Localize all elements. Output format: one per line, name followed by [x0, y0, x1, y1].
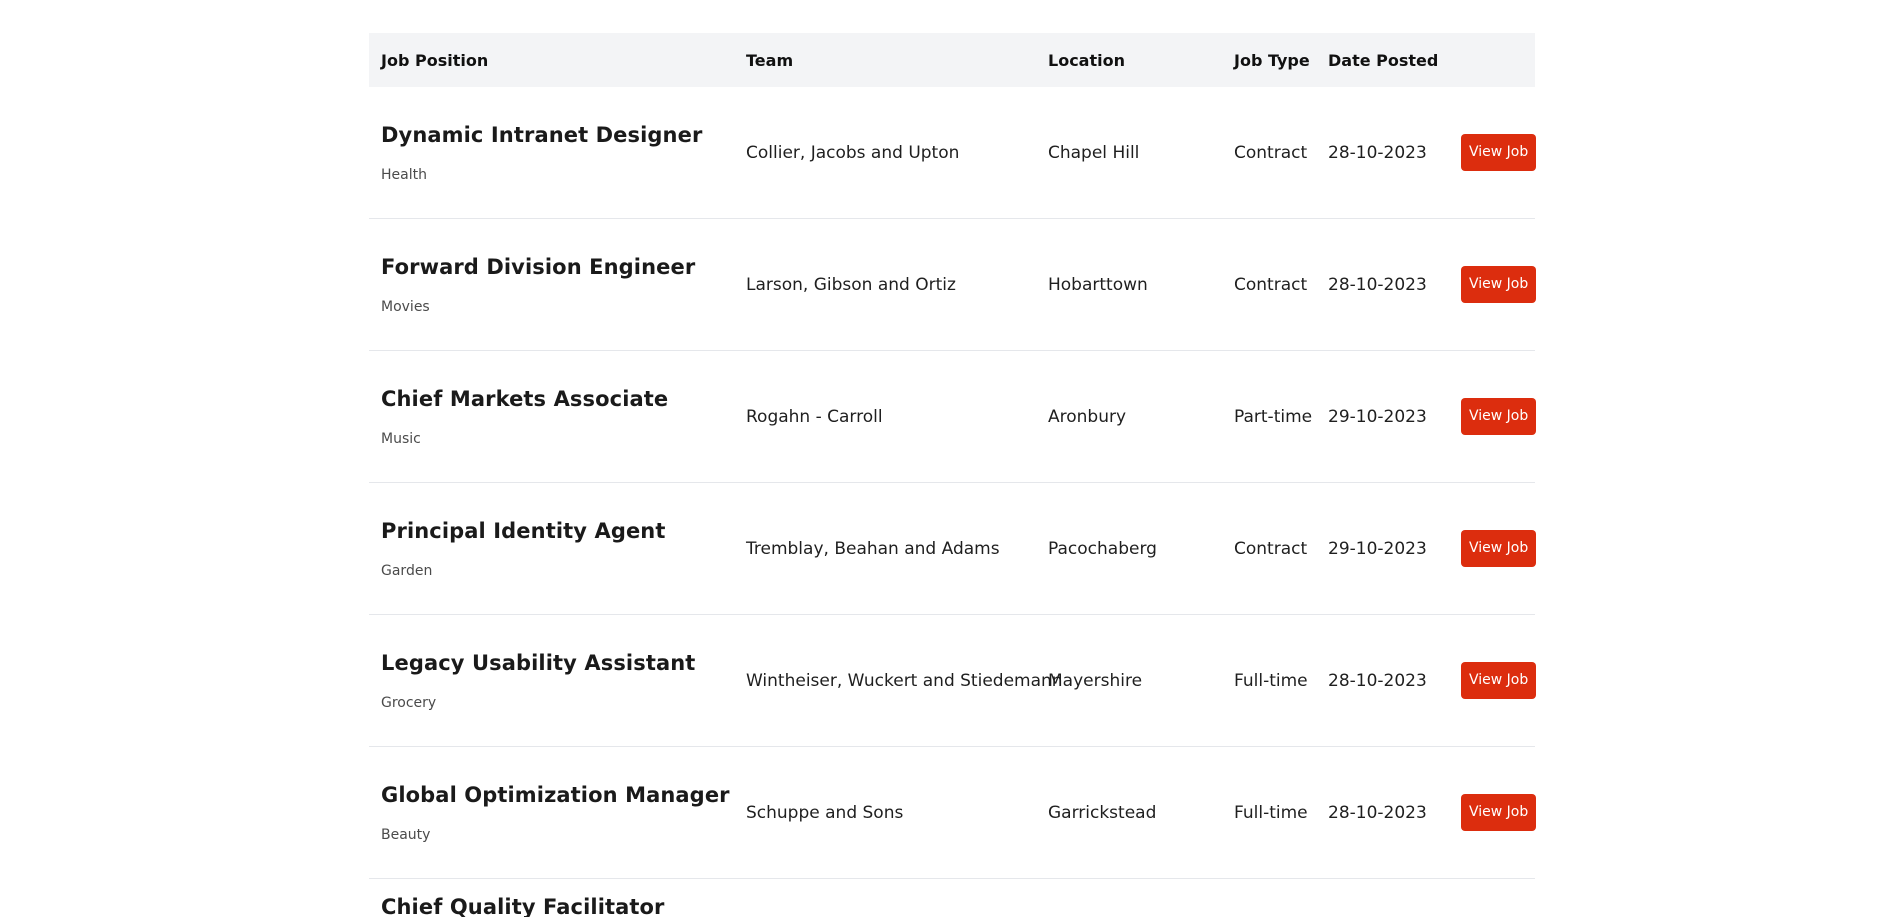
job-title: Chief Quality Facilitator [381, 895, 665, 917]
job-category: Music [381, 430, 421, 447]
action-cell: View Job [1437, 614, 1537, 747]
job-category: Movies [381, 298, 430, 315]
header-job-type: Job Type [1234, 50, 1310, 70]
action-cell: View Job [1437, 746, 1537, 879]
job-title: Chief Markets Associate [381, 386, 669, 411]
job-position-cell: Chief Markets Associate Music [369, 350, 734, 483]
job-category: Beauty [381, 826, 431, 843]
job-category: Grocery [381, 694, 437, 711]
table-body: Dynamic Intranet Designer Health Collier… [369, 87, 1537, 917]
header-job-position: Job Position [381, 50, 489, 70]
header-team: Team [746, 50, 794, 70]
job-position-cell: Dynamic Intranet Designer Health [369, 87, 734, 219]
table-row: Dynamic Intranet Designer Health Collier… [369, 87, 1537, 219]
table-row: Chief Markets Associate Music Rogahn - C… [369, 350, 1537, 483]
location-cell: Garrickstead [1036, 746, 1222, 879]
job-position-cell: Global Optimization Manager Beauty [369, 746, 734, 879]
job-type-cell: Part-time [1222, 350, 1316, 483]
table-row-partial: Chief Quality Facilitator [369, 879, 1535, 917]
team-cell: Tremblay, Beahan and Adams [734, 482, 1036, 615]
table-row: Legacy Usability Assistant Grocery Winth… [369, 614, 1537, 747]
job-category: Health [381, 166, 427, 183]
view-job-button[interactable]: View Job [1461, 134, 1537, 171]
date-posted-cell: 28-10-2023 [1316, 614, 1437, 747]
view-job-button[interactable]: View Job [1461, 398, 1537, 435]
location-cell: Pacochaberg [1036, 482, 1222, 615]
view-job-button[interactable]: View Job [1461, 794, 1537, 831]
table-row: Principal Identity Agent Garden Tremblay… [369, 482, 1537, 615]
team-cell: Larson, Gibson and Ortiz [734, 218, 1036, 351]
view-job-button[interactable]: View Job [1461, 530, 1537, 567]
location-cell: Chapel Hill [1036, 87, 1222, 219]
job-type-cell: Contract [1222, 87, 1316, 219]
jobs-table: Job Position Team Location Job Type Date… [369, 33, 1537, 917]
job-title: Global Optimization Manager [381, 782, 730, 807]
view-job-button[interactable]: View Job [1461, 266, 1537, 303]
job-position-cell: Legacy Usability Assistant Grocery [369, 614, 734, 747]
location-cell: Mayershire [1036, 614, 1222, 747]
action-cell: View Job [1437, 87, 1537, 219]
action-cell: View Job [1437, 350, 1537, 483]
job-type-cell: Full-time [1222, 746, 1316, 879]
date-posted-cell: 28-10-2023 [1316, 87, 1437, 219]
location-cell: Hobarttown [1036, 218, 1222, 351]
date-posted-cell: 28-10-2023 [1316, 746, 1437, 879]
job-title: Principal Identity Agent [381, 518, 666, 543]
date-posted-cell: 28-10-2023 [1316, 218, 1437, 351]
job-title: Forward Division Engineer [381, 254, 696, 279]
table-header: Job Position Team Location Job Type Date… [369, 33, 1535, 87]
job-type-cell: Contract [1222, 482, 1316, 615]
header-location: Location [1048, 50, 1125, 70]
job-position-cell: Principal Identity Agent Garden [369, 482, 734, 615]
action-cell: View Job [1437, 218, 1537, 351]
job-title: Dynamic Intranet Designer [381, 122, 703, 147]
date-posted-cell: 29-10-2023 [1316, 482, 1437, 615]
team-cell: Schuppe and Sons [734, 746, 1036, 879]
job-position-cell: Chief Quality Facilitator [369, 879, 734, 917]
view-job-button[interactable]: View Job [1461, 662, 1537, 699]
jobs-page: Job Position Team Location Job Type Date… [0, 0, 1904, 917]
table-row: Forward Division Engineer Movies Larson,… [369, 218, 1537, 351]
header-row: Job Position Team Location Job Type Date… [369, 33, 1535, 87]
location-cell: Aronbury [1036, 350, 1222, 483]
job-title: Legacy Usability Assistant [381, 650, 696, 675]
header-actions [1437, 33, 1535, 87]
job-type-cell: Contract [1222, 218, 1316, 351]
team-cell: Wintheiser, Wuckert and Stiedemann [734, 614, 1063, 747]
job-category: Garden [381, 562, 433, 579]
job-position-cell: Forward Division Engineer Movies [369, 218, 734, 351]
job-type-cell: Full-time [1222, 614, 1316, 747]
team-cell: Rogahn - Carroll [734, 350, 1036, 483]
date-posted-cell: 29-10-2023 [1316, 350, 1437, 483]
team-cell: Collier, Jacobs and Upton [734, 87, 1036, 219]
header-date-posted: Date Posted [1328, 50, 1439, 70]
action-cell: View Job [1437, 482, 1537, 615]
table-row: Global Optimization Manager Beauty Schup… [369, 746, 1537, 879]
